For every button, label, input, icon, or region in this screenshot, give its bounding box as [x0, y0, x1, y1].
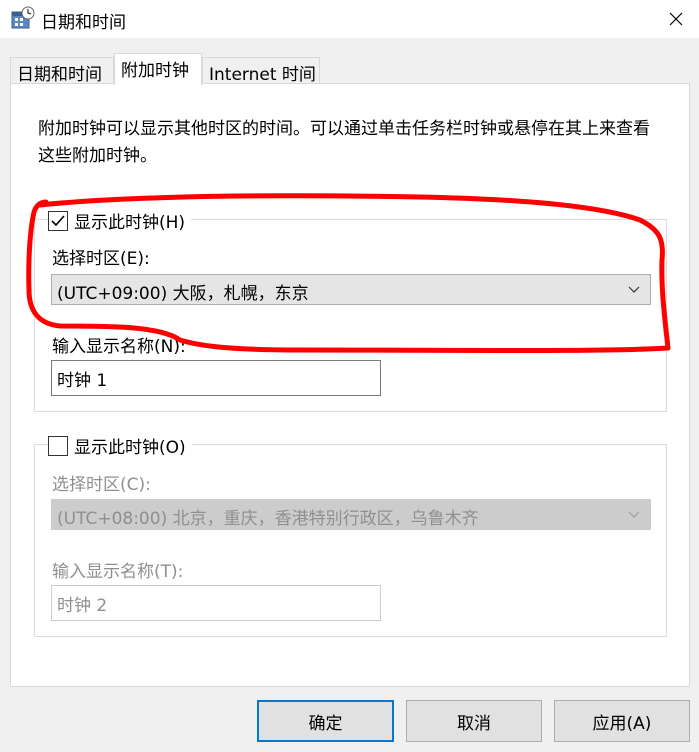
clock2-show-checkbox[interactable]	[48, 435, 68, 456]
ok-button[interactable]: 确定	[257, 700, 394, 742]
clock2-show-label: 显示此时钟(O)	[74, 438, 186, 458]
cancel-button[interactable]: 取消	[406, 700, 542, 742]
close-icon	[669, 12, 683, 26]
title-bar: 日期和时间	[0, 0, 699, 38]
clock1-show-checkbox[interactable]	[48, 210, 68, 231]
clock1-timezone-label: 选择时区(E):	[52, 249, 150, 269]
clock2-show-checkbox-row[interactable]: 显示此时钟(O)	[48, 433, 192, 458]
clock1-timezone-value: (UTC+09:00) 大阪，札幌，东京	[57, 284, 309, 304]
clock2-timezone-label: 选择时区(C):	[52, 475, 151, 495]
clock1-timezone-select[interactable]: (UTC+09:00) 大阪，札幌，东京	[51, 274, 651, 305]
clock2-timezone-select[interactable]: (UTC+08:00) 北京，重庆，香港特别行政区，乌鲁木齐	[51, 499, 651, 530]
clock1-show-label: 显示此时钟(H)	[74, 213, 186, 233]
date-time-icon	[11, 6, 35, 29]
tab-internet-time[interactable]: Internet 时间	[202, 57, 320, 85]
chevron-down-icon	[618, 275, 650, 304]
clock1-show-checkbox-row[interactable]: 显示此时钟(H)	[48, 208, 192, 233]
close-button[interactable]	[653, 0, 699, 38]
clock2-timezone-value: (UTC+08:00) 北京，重庆，香港特别行政区，乌鲁木齐	[57, 509, 479, 529]
clock1-name-input[interactable]: 时钟 1	[51, 360, 381, 396]
checkmark-icon	[51, 214, 65, 226]
chevron-down-icon	[618, 500, 650, 529]
clock2-name-label: 输入显示名称(T):	[52, 562, 184, 582]
clock1-name-label: 输入显示名称(N):	[52, 337, 186, 357]
tab-additional-clocks[interactable]: 附加时钟	[114, 53, 202, 85]
window-title: 日期和时间	[41, 13, 126, 33]
tab-date-time[interactable]: 日期和时间	[10, 57, 114, 85]
description-text: 附加时钟可以显示其他时区的时间。可以通过单击任务栏时钟或悬停在其上来查看这些附加…	[38, 119, 650, 166]
clock2-name-input[interactable]: 时钟 2	[51, 585, 381, 621]
apply-button[interactable]: 应用(A)	[554, 700, 690, 742]
